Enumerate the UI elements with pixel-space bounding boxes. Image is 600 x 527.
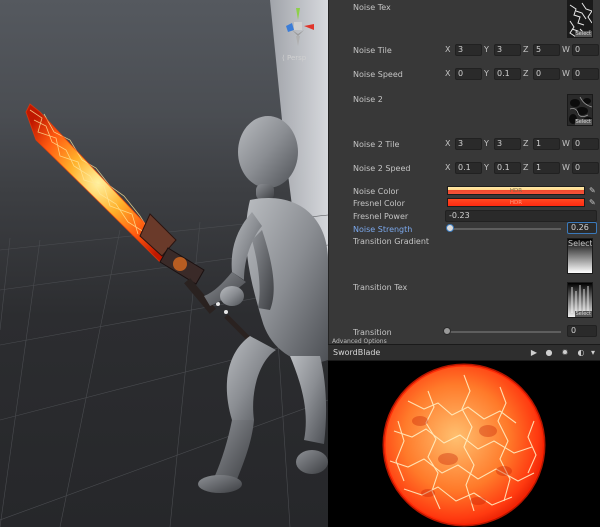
noise-strength-label: Noise Strength <box>353 225 413 234</box>
mannequin-leg-right <box>290 356 327 444</box>
transition-gradient-slot[interactable]: Select <box>567 238 593 274</box>
orientation-gizmo[interactable] <box>278 6 318 50</box>
noise-2-tile-w-field[interactable]: 0 <box>572 138 599 150</box>
transition-label: Transition <box>353 328 392 337</box>
preview-toolbar: Advanced Options SwordBlade ▶ ● ✹ ◐ ▾ <box>328 338 600 361</box>
noise-tex-label: Noise Tex <box>353 3 391 12</box>
transition-gradient-label: Transition Gradient <box>353 237 430 246</box>
transition-tex-slot[interactable]: Select <box>567 282 593 318</box>
noise-2-speed-x-field[interactable]: 0.1 <box>455 162 482 174</box>
axis-x-label: X <box>445 69 451 78</box>
noise-speed-label: Noise Speed <box>353 70 403 79</box>
noise-2-tile-x-field[interactable]: 3 <box>455 138 482 150</box>
noise-speed-z-field[interactable]: 0 <box>533 68 560 80</box>
noise-2-speed-y-field[interactable]: 0.1 <box>494 162 521 174</box>
transition-gradient-select-button[interactable]: Select <box>568 239 592 248</box>
axis-z-label: Z <box>523 163 529 172</box>
noise-tile-w-field[interactable]: 0 <box>572 44 599 56</box>
axis-y-label: Y <box>484 163 489 172</box>
fresnel-color-label: Fresnel Color <box>353 199 405 208</box>
noise-2-tile-z-field[interactable]: 1 <box>533 138 560 150</box>
fresnel-color-hdr-tag: HDR <box>509 200 523 206</box>
material-preview-icon[interactable]: ◐ <box>576 348 586 358</box>
mannequin-foot-left <box>198 475 242 493</box>
advanced-options-foldout[interactable]: Advanced Options <box>332 338 387 345</box>
play-icon[interactable]: ▶ <box>529 348 539 358</box>
noise-speed-y-field[interactable]: 0.1 <box>494 68 521 80</box>
fresnel-color-swatch[interactable]: HDR <box>447 198 585 207</box>
noise-2-speed-z-field[interactable]: 1 <box>533 162 560 174</box>
perspective-label[interactable]: ⟨ Persp <box>282 54 306 62</box>
sphere-mesh-icon[interactable]: ● <box>544 348 554 358</box>
light-icon[interactable]: ✹ <box>560 348 570 358</box>
noise-speed-vector: X 0 Y 0.1 Z 0 W 0 <box>445 68 600 80</box>
material-preview[interactable] <box>328 361 600 527</box>
axis-w-label: W <box>562 45 570 54</box>
preview-sphere <box>382 363 546 527</box>
eyedropper-icon[interactable]: ✎ <box>589 187 597 195</box>
noise-tex-select-button[interactable]: Select <box>574 31 592 37</box>
noise-strength-slider-handle[interactable] <box>446 224 455 232</box>
axis-y-label: Y <box>484 45 489 54</box>
noise-2-speed-vector: X 0.1 Y 0.1 Z 1 W 0 <box>445 162 600 174</box>
x-axis-cone-icon <box>304 24 314 30</box>
noise-tile-y-field[interactable]: 3 <box>494 44 521 56</box>
fresnel-power-field[interactable]: -0.23 <box>445 210 597 222</box>
noise-2-speed-label: Noise 2 Speed <box>353 164 411 173</box>
axis-x-label: X <box>445 139 451 148</box>
noise-strength-field[interactable]: 0.26 <box>567 222 597 234</box>
dropdown-icon[interactable]: ▾ <box>588 348 598 358</box>
noise-2-select-button[interactable]: Select <box>574 119 592 125</box>
axis-w-label: W <box>562 69 570 78</box>
noise-2-tile-vector: X 3 Y 3 Z 1 W 0 <box>445 138 600 150</box>
noise-color-label: Noise Color <box>353 187 399 196</box>
noise-2-slot[interactable]: Select <box>567 94 593 126</box>
axis-z-label: Z <box>523 45 529 54</box>
transition-slider-handle[interactable] <box>443 327 451 335</box>
axis-y-label: Y <box>484 69 489 78</box>
transition-tex-select-button[interactable]: Select <box>574 311 592 317</box>
noise-tile-vector: X 3 Y 3 Z 5 W 0 <box>445 44 600 56</box>
noise-tile-x-field[interactable]: 3 <box>455 44 482 56</box>
material-inspector: Noise Tex Select Noise Tile X 3 Y 3 Z 5 … <box>328 0 600 344</box>
scene-view[interactable]: ⟨ Persp <box>0 0 328 527</box>
noise-2-label: Noise 2 <box>353 95 383 104</box>
noise-2-tile-label: Noise 2 Tile <box>353 140 400 149</box>
axis-w-label: W <box>562 163 570 172</box>
preview-title: SwordBlade <box>333 348 381 357</box>
noise-strength-slider-track[interactable] <box>447 228 561 230</box>
transition-field[interactable]: 0 <box>567 325 597 337</box>
noise-color-swatch[interactable]: HDR <box>447 186 585 195</box>
y-axis-cone-icon <box>296 8 300 20</box>
noise-tex-slot[interactable]: Select <box>567 0 593 38</box>
noise-speed-x-field[interactable]: 0 <box>455 68 482 80</box>
noise-tile-z-field[interactable]: 5 <box>533 44 560 56</box>
axis-w-label: W <box>562 139 570 148</box>
mannequin-head <box>238 116 298 188</box>
fresnel-power-label: Fresnel Power <box>353 212 409 221</box>
noise-tile-label: Noise Tile <box>353 46 392 55</box>
axis-y-label: Y <box>484 139 489 148</box>
transition-tex-label: Transition Tex <box>353 283 408 292</box>
noise-2-tile-y-field[interactable]: 3 <box>494 138 521 150</box>
mannequin-leg-left <box>226 336 276 420</box>
axis-x-label: X <box>445 45 451 54</box>
scene-canvas[interactable] <box>0 0 328 527</box>
noise-speed-w-field[interactable]: 0 <box>572 68 599 80</box>
axis-x-label: X <box>445 163 451 172</box>
noise-2-speed-w-field[interactable]: 0 <box>572 162 599 174</box>
axis-z-label: Z <box>523 69 529 78</box>
axis-z-label: Z <box>523 139 529 148</box>
eyedropper-icon[interactable]: ✎ <box>589 199 597 207</box>
transition-slider-track[interactable] <box>447 331 561 333</box>
mannequin-hand <box>220 286 244 306</box>
noise-color-hdr-tag: HDR <box>509 188 523 194</box>
